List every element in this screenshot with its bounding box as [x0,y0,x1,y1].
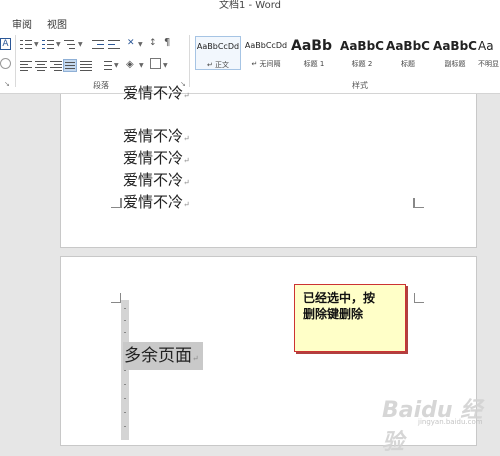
callout-line-1: 已经选中，按 [303,291,376,305]
watermark-url: jingyan.baidu.com [418,418,483,426]
borders-icon[interactable] [150,58,161,69]
shading-icon[interactable]: ◈ [126,59,134,70]
chevron-down-icon[interactable]: ▼ [34,41,39,48]
style-subtitle[interactable]: AaBbC 副标题 [432,36,478,70]
annotation-callout: 已经选中，按 删除键删除 [294,284,406,352]
document-line[interactable]: 爱情不冷↵ [123,82,190,107]
chevron-down-icon[interactable]: ▼ [78,41,83,48]
chinese-layout-icon[interactable]: ✕ [127,38,135,48]
numbering-icon[interactable] [42,39,54,50]
group-separator [189,35,190,87]
decrease-indent-icon[interactable] [92,39,104,50]
style-heading-2[interactable]: AaBbC 标题 2 [339,36,385,70]
tab-view[interactable]: 视图 [47,16,67,31]
increase-indent-icon[interactable] [108,39,120,50]
styles-group-label: 样式 [352,81,368,90]
group-separator [15,35,16,87]
document-line[interactable]: 爱情不冷↵ [123,191,190,216]
justify-icon[interactable] [63,59,77,72]
align-left-icon[interactable] [20,60,32,71]
chevron-down-icon[interactable]: ▼ [163,62,168,69]
clear-format-icon[interactable] [0,58,11,69]
align-right-icon[interactable] [50,60,62,71]
font-group-launcher-icon[interactable]: ↘ [4,80,10,88]
align-center-icon[interactable] [35,60,47,71]
crop-mark [111,198,121,208]
bullets-icon[interactable] [20,39,32,50]
style-heading-1[interactable]: AaBb 标题 1 [291,36,337,70]
font-color-box[interactable]: A [0,38,11,50]
line-spacing-icon[interactable] [100,60,112,71]
show-marks-icon[interactable]: ¶ [164,37,170,48]
ribbon: A ↘ ▼ ▼ ▼ ✕ ▼ ↕ ¶ ▼ ◈ ▼ ▼ 段落 ↘ AaBbCcDd … [0,32,500,94]
title-bar: 文档1 - Word [0,0,500,12]
crop-mark [111,293,121,303]
distributed-icon[interactable] [80,60,92,71]
selected-text[interactable]: 多余页面↵ [123,342,203,370]
style-normal[interactable]: AaBbCcDd ↵ 正文 [195,36,241,70]
style-subtle[interactable]: Aa 不明显 [478,36,500,70]
sort-icon[interactable]: ↕ [149,38,157,48]
callout-line-2: 删除键删除 [303,307,364,321]
chevron-down-icon[interactable]: ▼ [56,41,61,48]
ribbon-tabs: 审阅 视图 [0,12,500,32]
style-no-spacing[interactable]: AaBbCcDd ↵ 无间隔 [243,36,289,70]
window-title: 文档1 - Word [218,0,282,11]
crop-mark [414,293,424,303]
multilevel-list-icon[interactable] [64,39,76,50]
tab-review[interactable]: 审阅 [12,16,32,31]
paragraph-group-label: 段落 [93,81,109,90]
chevron-down-icon[interactable]: ▼ [139,62,144,69]
chevron-down-icon[interactable]: ▼ [138,41,143,48]
chevron-down-icon[interactable]: ▼ [114,62,119,69]
style-title[interactable]: AaBbC 标题 [385,36,431,70]
crop-mark [414,198,424,208]
